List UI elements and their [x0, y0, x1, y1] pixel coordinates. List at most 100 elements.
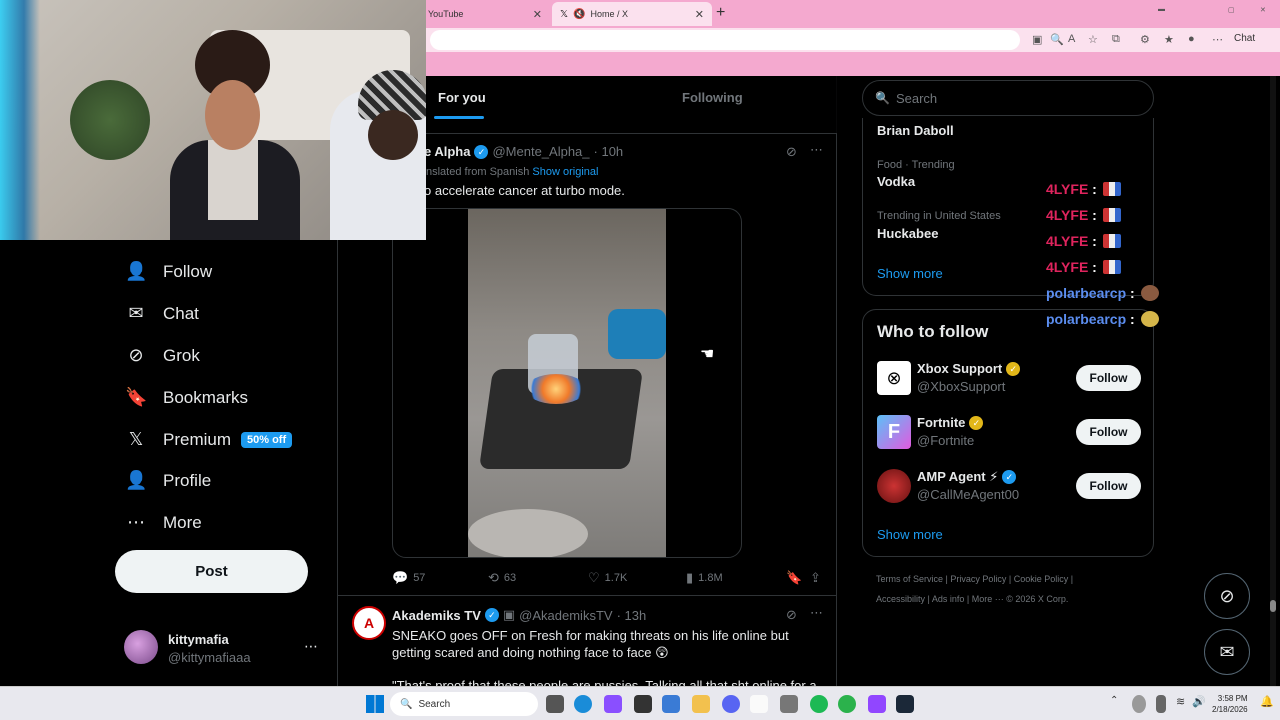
taskbar-clock[interactable]: 3:58 PM 2/18/2026	[1212, 693, 1248, 715]
share-button[interactable]: ⇪	[810, 570, 826, 586]
suggested-account[interactable]: AMP Agent ⚡ ✓ @CallMeAgent00 Follow	[877, 469, 1147, 509]
flag-emote-icon	[1102, 182, 1121, 196]
discord-icon[interactable]	[722, 695, 740, 713]
profile-avatar-icon[interactable]: ●	[1188, 33, 1195, 45]
footer-links-2[interactable]: Accessibility | Ads info | More ··· © 20…	[876, 594, 1068, 604]
tab-following[interactable]: Following	[682, 90, 743, 105]
notification-bell-icon[interactable]: 🔔	[1260, 695, 1274, 713]
follow-button[interactable]: Follow	[1076, 473, 1141, 499]
tweet-handle[interactable]: @AkademiksTV	[519, 608, 612, 623]
reply-button[interactable]: 💬 57	[392, 570, 425, 586]
like-count: 1.7K	[604, 572, 628, 584]
bookmark-button[interactable]: 🔖	[786, 570, 807, 586]
trend-item[interactable]: Vodka	[877, 174, 915, 189]
scrollbar[interactable]	[1270, 76, 1276, 686]
spotify-icon[interactable]	[810, 695, 828, 713]
tab-youtube[interactable]: YouTube ✕	[420, 2, 550, 26]
copilot-chat-button[interactable]: Chat	[1234, 33, 1255, 44]
split-screen-icon[interactable]: ⧉	[1112, 33, 1120, 46]
suggested-account[interactable]: ⊗ Xbox Support ✓ @XboxSupport Follow	[877, 361, 1147, 401]
more-options-icon[interactable]: ⋯	[810, 605, 823, 621]
pot-image	[608, 309, 666, 359]
messages-fab-button[interactable]: ✉	[1204, 629, 1250, 675]
face-shape	[205, 80, 260, 150]
tweet-handle[interactable]: @Mente_Alpha_	[492, 144, 589, 159]
like-button[interactable]: ♡ 1.7K	[588, 570, 627, 586]
nav-more[interactable]: ⋯ More	[125, 512, 202, 533]
extensions-icon[interactable]: ⚙	[1140, 33, 1150, 46]
tweet-time[interactable]: · 10h	[594, 144, 624, 159]
maximize-icon[interactable]: ▢	[1228, 6, 1235, 14]
tweet-display-name[interactable]: e Alpha	[424, 144, 470, 159]
volume-icon[interactable]: 🔊	[1192, 695, 1206, 713]
task-view-icon[interactable]	[546, 695, 564, 713]
follow-button[interactable]: Follow	[1076, 419, 1141, 445]
trend-item[interactable]: Brian Daboll	[877, 123, 954, 138]
read-aloud-icon[interactable]: A	[1068, 33, 1075, 45]
verified-badge-icon: ✓	[969, 415, 984, 430]
footer-links[interactable]: Terms of Service | Privacy Policy | Cook…	[876, 574, 1073, 584]
grok-fab-button[interactable]: ⊘	[1204, 573, 1250, 619]
zoom-icon[interactable]: 🔍	[1050, 33, 1064, 46]
nav-premium[interactable]: 𝕏 Premium 50% off	[125, 429, 293, 450]
favorites-icon[interactable]: ★	[1164, 33, 1174, 46]
clock-date: 2/18/2026	[1212, 705, 1248, 714]
cloud-icon[interactable]	[1132, 695, 1146, 713]
tab-for-you[interactable]: For you	[438, 90, 486, 105]
windows-start-icon[interactable]	[366, 695, 384, 713]
repost-button[interactable]: ⟲ 63	[488, 570, 516, 586]
follow-button[interactable]: Follow	[1076, 365, 1141, 391]
grok-icon[interactable]: ⊘	[786, 607, 797, 623]
chrome-icon[interactable]	[838, 695, 856, 713]
speaker-muted-icon[interactable]: 🔇	[573, 9, 585, 20]
minimize-icon[interactable]: ▬	[1158, 6, 1165, 13]
scrollbar-thumb[interactable]	[1270, 600, 1276, 612]
new-tab-button[interactable]: +	[716, 4, 725, 22]
more-options-icon[interactable]: ⋯	[304, 638, 318, 655]
nav-follow[interactable]: 👤 Follow	[125, 261, 212, 282]
grok-icon[interactable]: ⊘	[786, 144, 797, 160]
twitch-icon[interactable]	[868, 695, 886, 713]
wifi-icon[interactable]: ≋	[1176, 695, 1188, 713]
settings-icon[interactable]	[780, 695, 798, 713]
file-explorer-icon[interactable]	[692, 695, 710, 713]
close-tab-icon[interactable]: ✕	[533, 8, 542, 21]
views-button[interactable]: ▮ 1.8M	[686, 570, 723, 586]
avatar[interactable]: A	[352, 606, 386, 640]
account-name: Fortnite	[917, 415, 966, 430]
nav-bookmarks[interactable]: 🔖 Bookmarks	[125, 387, 248, 408]
search-input[interactable]: 🔍 Search	[862, 80, 1154, 116]
copilot-icon[interactable]	[604, 695, 622, 713]
trends-show-more-link[interactable]: Show more	[877, 266, 943, 281]
close-tab-icon[interactable]: ✕	[695, 8, 704, 21]
reply-count: 57	[413, 572, 426, 584]
account-switcher[interactable]: kittymafia @kittymafiaaa ⋯	[124, 630, 324, 666]
steam-icon[interactable]	[896, 695, 914, 713]
more-options-icon[interactable]: ⋯	[810, 142, 823, 158]
notepad-icon[interactable]	[750, 695, 768, 713]
tray-chevron-icon[interactable]: ⌃	[1110, 695, 1122, 713]
post-button[interactable]: Post	[115, 550, 308, 593]
app-icon[interactable]	[634, 695, 652, 713]
mic-icon[interactable]	[1156, 695, 1166, 713]
nav-profile[interactable]: 👤 Profile	[125, 470, 211, 491]
nav-grok[interactable]: ⊘ Grok	[125, 345, 199, 366]
reader-icon[interactable]: ▣	[1032, 33, 1042, 46]
nav-chat[interactable]: ✉ Chat	[125, 303, 198, 324]
favorite-star-icon[interactable]: ☆	[1088, 33, 1098, 46]
close-window-icon[interactable]: ✕	[1260, 6, 1266, 14]
tweet-video[interactable]	[392, 208, 742, 558]
store-icon[interactable]	[662, 695, 680, 713]
who-to-follow-show-more-link[interactable]: Show more	[877, 527, 943, 542]
tweet-time[interactable]: · 13h	[617, 608, 647, 623]
tweet-display-name[interactable]: Akademiks TV	[392, 608, 481, 623]
taskbar-search[interactable]: 🔍 Search	[390, 692, 538, 716]
suggested-account[interactable]: F Fortnite ✓ @Fortnite Follow	[877, 415, 1147, 455]
show-original-link[interactable]: Show original	[532, 166, 598, 178]
browser-menu-icon[interactable]: ⋯	[1212, 33, 1223, 46]
url-field[interactable]	[430, 30, 1020, 50]
edge-icon[interactable]	[574, 695, 592, 713]
chat-message: 4LYFE :	[1046, 259, 1121, 275]
tab-x-home[interactable]: 𝕏 🔇 Home / X ✕	[552, 2, 712, 26]
trend-item[interactable]: Huckabee	[877, 226, 938, 241]
